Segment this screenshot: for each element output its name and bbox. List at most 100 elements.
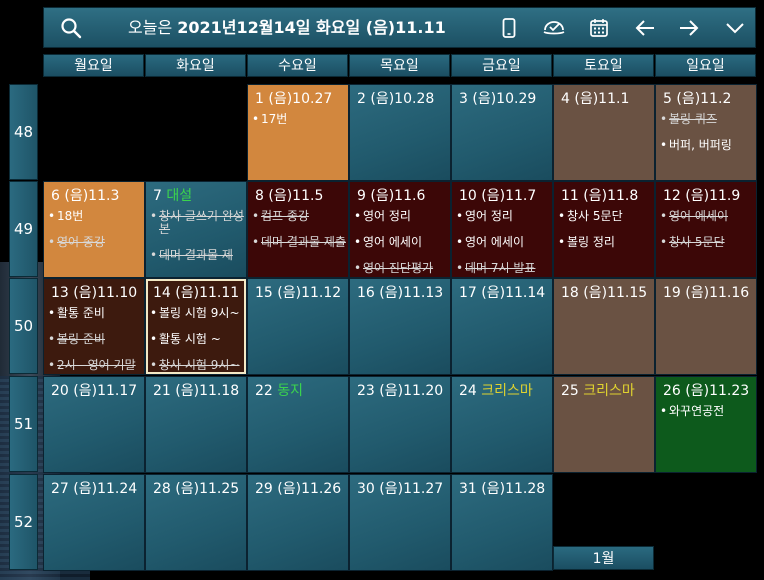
event-item[interactable]: 영어 진단평가 [354, 262, 448, 276]
day-header: 22 동지 [255, 380, 303, 400]
event-item[interactable]: 와꾸연공전 [660, 405, 754, 419]
event-item[interactable]: 데머 결과물 제출 [252, 236, 346, 250]
search-icon[interactable] [56, 8, 86, 47]
day-cell[interactable]: 15 (음)11.12 [247, 278, 349, 375]
lunar-date: (음)11.23 [685, 383, 750, 399]
lunar-date: (음)11.28 [481, 481, 546, 497]
day-header: 4 (음)11.1 [561, 88, 629, 108]
day-cell[interactable]: 8 (음)11.5 컴프 종강데머 결과물 제출 [247, 181, 349, 278]
event-list: 와꾸연공전 [660, 405, 754, 431]
event-item[interactable]: 볼링 시험 9시~ [150, 307, 244, 321]
day-cell[interactable]: 29 (음)11.26 [247, 474, 349, 571]
event-list: 창사 글쓰기 완성본데머 결과물 제 [150, 210, 244, 275]
day-cell[interactable]: 10 (음)11.7 영어 정리영어 에세이데머 7시 발표 [451, 181, 553, 278]
check-badge-icon[interactable] [540, 8, 568, 47]
day-number: 30 [357, 481, 375, 497]
event-item[interactable]: 버퍼, 버퍼링 [660, 139, 754, 153]
lunar-date: (음)11.15 [583, 285, 648, 301]
day-cell[interactable]: 4 (음)11.1 [553, 84, 655, 181]
title-prefix: 오늘은 [128, 18, 178, 37]
day-cell[interactable]: 19 (음)11.16 [655, 278, 757, 375]
event-item[interactable]: 활통 준비 [48, 307, 142, 321]
lunar-date: (음)10.27 [268, 91, 333, 107]
phone-icon[interactable] [496, 8, 522, 47]
event-item[interactable]: 영어 종강 [48, 236, 142, 250]
day-cell[interactable]: 18 (음)11.15 [553, 278, 655, 375]
day-header: 2 (음)10.28 [357, 88, 434, 108]
event-item[interactable]: 영어 에세이 [660, 210, 754, 224]
day-header: 14 (음)11.11 [153, 282, 239, 302]
day-number: 3 [459, 91, 468, 107]
day-number: 17 [459, 285, 477, 301]
day-number: 10 [459, 188, 477, 204]
day-cell[interactable]: 25 크리스마 [553, 376, 655, 473]
day-number: 18 [561, 285, 579, 301]
day-cell[interactable]: 30 (음)11.27 [349, 474, 451, 571]
event-item[interactable]: 영어 에세이 [354, 236, 448, 250]
day-cell[interactable]: 5 (음)11.2 볼링 퀴즈버퍼, 버퍼링 [655, 84, 757, 181]
event-item[interactable]: 활통 시험 ~ [150, 333, 244, 347]
day-number: 12 [663, 188, 681, 204]
day-number: 28 [153, 481, 171, 497]
event-item[interactable]: 볼링 준비 [48, 333, 142, 347]
arrow-left-icon[interactable] [630, 8, 660, 47]
event-item[interactable]: 영어 정리 [354, 210, 448, 224]
weekday-header: 금요일 [451, 54, 552, 77]
week-number: 52 [9, 474, 38, 570]
weekday-header: 수요일 [247, 54, 348, 77]
day-header: 8 (음)11.5 [255, 185, 323, 205]
event-item[interactable]: 볼링 퀴즈 [660, 113, 754, 127]
day-cell[interactable]: 27 (음)11.24 [43, 474, 145, 571]
event-item[interactable]: 창사 5문단 [660, 236, 754, 250]
day-cell[interactable]: 12 (음)11.9 영어 에세이창사 5문단 [655, 181, 757, 278]
day-cell[interactable]: 22 동지 [247, 376, 349, 473]
day-cell[interactable]: 20 (음)11.17 [43, 376, 145, 473]
day-cell[interactable]: 31 (음)11.28 [451, 474, 553, 571]
event-item[interactable]: 영어 정리 [456, 210, 550, 224]
calendar-icon[interactable] [586, 8, 612, 47]
day-number: 9 [357, 188, 366, 204]
day-header: 9 (음)11.6 [357, 185, 425, 205]
day-cell[interactable]: 6 (음)11.3 18번영어 종강 [43, 181, 145, 278]
event-list: 활통 준비볼링 준비 2시 - 영어 기말 [48, 307, 142, 374]
event-item[interactable]: 17번 [252, 113, 346, 127]
event-item[interactable]: 창사 5문단 [558, 210, 652, 224]
day-header: 27 (음)11.24 [51, 478, 137, 498]
next-month-label[interactable]: 1월 [553, 546, 654, 570]
day-number: 27 [51, 481, 69, 497]
day-cell[interactable]: 21 (음)11.18 [145, 376, 247, 473]
day-cell[interactable]: 7 대설창사 글쓰기 완성본데머 결과물 제 [145, 181, 247, 278]
lunar-date: (음)11.9 [685, 188, 741, 204]
day-header: 19 (음)11.16 [663, 282, 749, 302]
event-item[interactable]: 컴프 종강 [252, 210, 346, 224]
arrow-right-icon[interactable] [674, 8, 704, 47]
day-cell[interactable]: 24 크리스마 [451, 376, 553, 473]
day-header: 11 (음)11.8 [561, 185, 638, 205]
event-item[interactable]: 데머 7시 발표 [456, 262, 550, 276]
day-cell[interactable]: 16 (음)11.13 [349, 278, 451, 375]
day-cell[interactable]: 13 (음)11.10 활통 준비볼링 준비 2시 - 영어 기말 [43, 278, 145, 375]
today-title: 오늘은 2021년12월14일 화요일 (음)11.11 [128, 8, 446, 47]
day-cell[interactable]: 11 (음)11.8 창사 5문단볼링 정리 [553, 181, 655, 278]
event-item[interactable]: 창사 시험 9시~ [150, 359, 244, 373]
event-item[interactable]: 데머 결과물 제 [150, 249, 244, 263]
event-item[interactable]: 볼링 정리 [558, 236, 652, 250]
event-item[interactable]: 창사 글쓰기 완성본 [150, 210, 244, 236]
day-cell[interactable]: 1 (음)10.27 17번 [247, 84, 349, 181]
day-header: 5 (음)11.2 [663, 88, 731, 108]
day-cell[interactable]: 14 (음)11.11 볼링 시험 9시~ 활통 시험 ~ 창사 시험 9시~ [145, 278, 247, 375]
chevron-down-icon[interactable] [720, 8, 750, 47]
day-cell[interactable]: 3 (음)10.29 [451, 84, 553, 181]
day-cell[interactable]: 23 (음)11.20 [349, 376, 451, 473]
day-cell[interactable]: 2 (음)10.28 [349, 84, 451, 181]
day-cell[interactable]: 17 (음)11.14 [451, 278, 553, 375]
event-item[interactable]: 18번 [48, 210, 142, 224]
lunar-date: (음)11.14 [481, 285, 546, 301]
day-cell[interactable]: 28 (음)11.25 [145, 474, 247, 571]
day-number: 31 [459, 481, 477, 497]
day-cell[interactable]: 9 (음)11.6 영어 정리영어 에세이영어 진단평가 [349, 181, 451, 278]
event-item[interactable]: 영어 에세이 [456, 236, 550, 250]
lunar-date: (음)11.3 [64, 188, 120, 204]
day-cell[interactable]: 26 (음)11.23 와꾸연공전 [655, 376, 757, 473]
event-item[interactable]: 2시 - 영어 기말 [48, 359, 142, 373]
